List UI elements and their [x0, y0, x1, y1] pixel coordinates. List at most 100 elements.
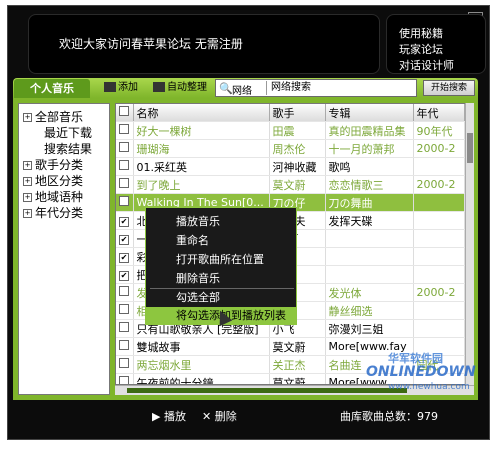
cell-year: 2000-2 [413, 175, 465, 194]
cell-album: 十一月的萧邦 [325, 139, 414, 158]
cell-name: 到了晚上 [133, 175, 270, 194]
col-year[interactable]: 年代 [413, 104, 465, 122]
tree-label: 地域语种 [35, 190, 84, 204]
tab-personal-music[interactable]: 个人音乐 [14, 79, 90, 98]
col-album[interactable]: 专辑 [325, 104, 414, 122]
auto-organize-button[interactable]: 自动整理 [153, 80, 207, 96]
checkbox[interactable] [119, 322, 129, 332]
checkbox[interactable]: ✔ [119, 271, 129, 281]
table-row[interactable]: 到了晚上 莫文蔚 恋恋情歌三 2000-2 [116, 175, 465, 194]
cell-artist: 关正杰 [269, 355, 326, 374]
tree-label: 歌手分类 [35, 158, 84, 172]
cell-year [413, 247, 465, 266]
link-designer[interactable]: 对话设计师 [399, 57, 454, 73]
checkbox[interactable]: ✔ [119, 217, 129, 227]
search-kind[interactable]: 网络 [232, 82, 252, 97]
row-checkbox[interactable] [116, 121, 134, 140]
menu-delete[interactable]: 删除音乐 [146, 270, 296, 287]
checkbox[interactable] [119, 142, 129, 152]
checkbox[interactable] [119, 160, 129, 170]
search-box[interactable]: 🔍 网络 网络搜索 [215, 79, 417, 97]
checkbox[interactable]: ✔ [119, 253, 129, 263]
row-checkbox[interactable] [116, 301, 134, 320]
table-row[interactable]: 好大一棵树 田震 真的田震精品集 90年代 [116, 121, 465, 140]
cell-album: 恋恋情歌三 [325, 175, 414, 194]
row-checkbox[interactable]: ✔ [116, 265, 134, 284]
cell-year [413, 211, 465, 230]
watermark-line: ONLINEDOWN [366, 364, 476, 380]
auto-label: 自动整理 [167, 82, 207, 93]
cell-year [413, 229, 465, 248]
checkbox[interactable] [119, 304, 129, 314]
row-checkbox[interactable] [116, 175, 134, 194]
cell-album: 刀の舞曲 [325, 193, 414, 212]
menu-rename[interactable]: 重命名 [146, 232, 296, 249]
tree-item-singer[interactable]: + 歌手分类 [23, 156, 83, 173]
tree-item-region[interactable]: + 地区分类 [23, 172, 83, 189]
col-artist[interactable]: 歌手 [269, 104, 326, 122]
checkbox[interactable] [119, 196, 129, 206]
tree-label: 年代分类 [35, 206, 84, 220]
tree-label: 地区分类 [35, 174, 84, 188]
cell-year [413, 301, 465, 320]
tree-item-era[interactable]: + 年代分类 [23, 204, 83, 221]
delete-button[interactable]: ✕ 删除 [202, 408, 237, 424]
tree-item-search-results[interactable]: 搜索结果 [44, 140, 92, 157]
link-tips[interactable]: 使用秘籍 [399, 25, 443, 41]
cell-album: 发挥天碟 [325, 211, 414, 230]
row-checkbox[interactable] [116, 373, 134, 384]
add-button[interactable]: 添加 [104, 80, 138, 96]
play-button[interactable]: ▶ 播放 [152, 408, 186, 424]
checkbox[interactable] [119, 286, 129, 296]
row-checkbox[interactable] [116, 139, 134, 158]
cell-year: 90年代 [413, 121, 465, 140]
expand-icon[interactable]: + [23, 193, 32, 202]
top-links: 使用秘籍 玩家论坛 对话设计师 [386, 14, 486, 74]
play-label: 播放 [163, 410, 186, 423]
expand-icon[interactable]: + [23, 209, 32, 218]
expand-icon[interactable]: + [23, 161, 32, 170]
cell-artist: 河神收藏 [269, 157, 326, 176]
table-header: 名称 歌手 专辑 年代 [116, 104, 465, 122]
row-checkbox[interactable] [116, 355, 134, 374]
tree-label: 全部音乐 [35, 110, 84, 124]
checkbox[interactable] [119, 376, 129, 384]
table-row[interactable]: 01.采红英 河神收藏 歌鸣 [116, 157, 465, 176]
vertical-scrollbar[interactable] [465, 103, 474, 385]
delete-label: 删除 [214, 410, 237, 423]
link-forum[interactable]: 玩家论坛 [399, 41, 443, 57]
row-checkbox[interactable]: ✔ [116, 211, 134, 230]
checkbox[interactable]: ✔ [119, 235, 129, 245]
select-all-checkbox[interactable] [116, 104, 134, 122]
menu-check-all[interactable]: 勾选全部 [146, 289, 296, 306]
row-checkbox[interactable]: ✔ [116, 247, 134, 266]
row-checkbox[interactable] [116, 157, 134, 176]
row-checkbox[interactable] [116, 319, 134, 338]
row-checkbox[interactable] [116, 193, 134, 212]
menu-open-location[interactable]: 打开歌曲所在位置 [146, 251, 296, 268]
tree-item-language[interactable]: + 地域语种 [23, 188, 83, 205]
row-checkbox[interactable] [116, 283, 134, 302]
table-row[interactable]: 珊瑚海 周杰伦 十一月的萧邦 2000-2 [116, 139, 465, 158]
watermark-logo: 华军软件园 ONLINEDOWN www.newhua.com [358, 350, 488, 400]
row-checkbox[interactable] [116, 337, 134, 356]
search-button[interactable]: 开始搜索 [423, 80, 475, 96]
expand-icon[interactable]: + [23, 113, 32, 122]
tree-item-all[interactable]: + 全部音乐 [23, 108, 83, 125]
col-name[interactable]: 名称 [133, 104, 270, 122]
scroll-thumb[interactable] [467, 133, 473, 163]
cell-year: 2000-2 [413, 283, 465, 302]
checkbox[interactable] [119, 178, 129, 188]
cell-year: 2000-2 [413, 139, 465, 158]
search-input[interactable]: 网络搜索 [266, 81, 419, 95]
cell-album [325, 229, 414, 248]
checkbox[interactable] [119, 340, 129, 350]
menu-play[interactable]: 播放音乐 [146, 213, 296, 230]
checkbox[interactable] [119, 358, 129, 368]
row-checkbox[interactable]: ✔ [116, 229, 134, 248]
expand-icon[interactable]: + [23, 177, 32, 186]
cell-album: 发光体 [325, 283, 414, 302]
checkbox[interactable] [119, 124, 129, 134]
tree-item-recent[interactable]: 最近下载 [44, 124, 92, 141]
cell-album: 歌鸣 [325, 157, 414, 176]
